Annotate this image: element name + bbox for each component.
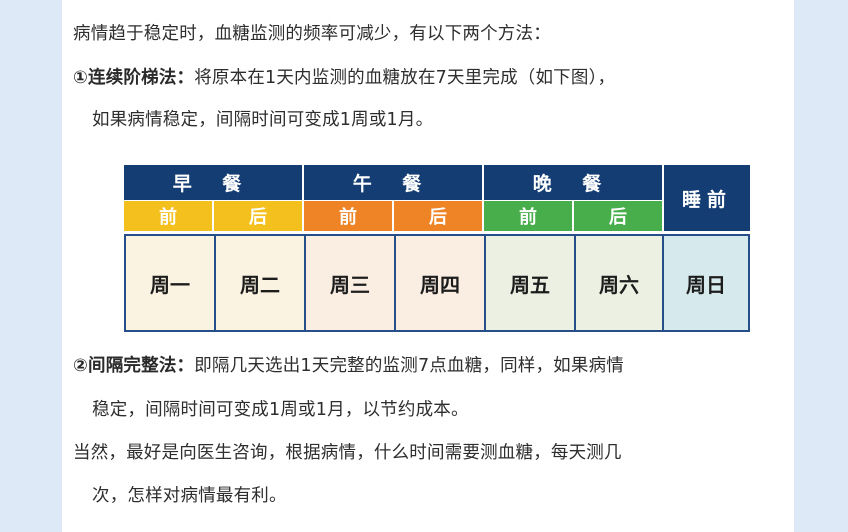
header-breakfast: 早 餐: [124, 165, 302, 200]
closing-line1: 当然，最好是向医生咨询，根据病情，什么时间需要测血糖，每天测几: [73, 443, 622, 463]
weekday-row: 周一 周二 周三 周四 周五 周六 周日: [124, 234, 750, 332]
lunch-after: 后: [394, 201, 482, 231]
method2-line2: 稳定，间隔时间可变成1周或1月，以节约成本。: [92, 400, 469, 420]
method2-line1: ②间隔完整法：即隔几天选出1天完整的监测7点血糖，同样，如果病情: [73, 352, 624, 377]
method2-title: ②间隔完整法：: [73, 356, 195, 376]
header-lunch: 午 餐: [304, 165, 482, 200]
header-dinner: 晚 餐: [484, 165, 662, 200]
day-cell-sun: 周日: [664, 236, 748, 330]
day-cell-mon: 周一: [126, 236, 216, 330]
lunch-before: 前: [304, 201, 392, 231]
dinner-after: 后: [574, 201, 662, 231]
day-cell-tue: 周二: [216, 236, 306, 330]
day-cell-wed: 周三: [306, 236, 396, 330]
header-bedtime: 睡前: [664, 165, 750, 231]
method1-line1: ①连续阶梯法：将原本在1天内监测的血糖放在7天里完成（如下图），: [73, 64, 615, 89]
day-cell-thu: 周四: [396, 236, 486, 330]
breakfast-before: 前: [124, 201, 212, 231]
method1-text: 将原本在1天内监测的血糖放在7天里完成（如下图），: [194, 68, 616, 88]
method2-text: 即隔几天选出1天完整的监测7点血糖，同样，如果病情: [194, 356, 624, 376]
method1-line2: 如果病情稳定，间隔时间可变成1周或1月。: [92, 110, 434, 130]
monitoring-schedule-table: 早 餐 午 餐 晚 餐 睡前 前 后 前 后 前 后 周一 周二 周三 周四 周…: [94, 140, 762, 342]
intro-paragraph: 病情趋于稳定时，血糖监测的频率可减少，有以下两个方法：: [73, 24, 551, 44]
breakfast-after: 后: [214, 201, 302, 231]
closing-line2: 次，怎样对病情最有利。: [92, 486, 287, 506]
dinner-before: 前: [484, 201, 572, 231]
method1-title: ①连续阶梯法：: [73, 68, 195, 88]
day-cell-fri: 周五: [486, 236, 576, 330]
day-cell-sat: 周六: [576, 236, 664, 330]
